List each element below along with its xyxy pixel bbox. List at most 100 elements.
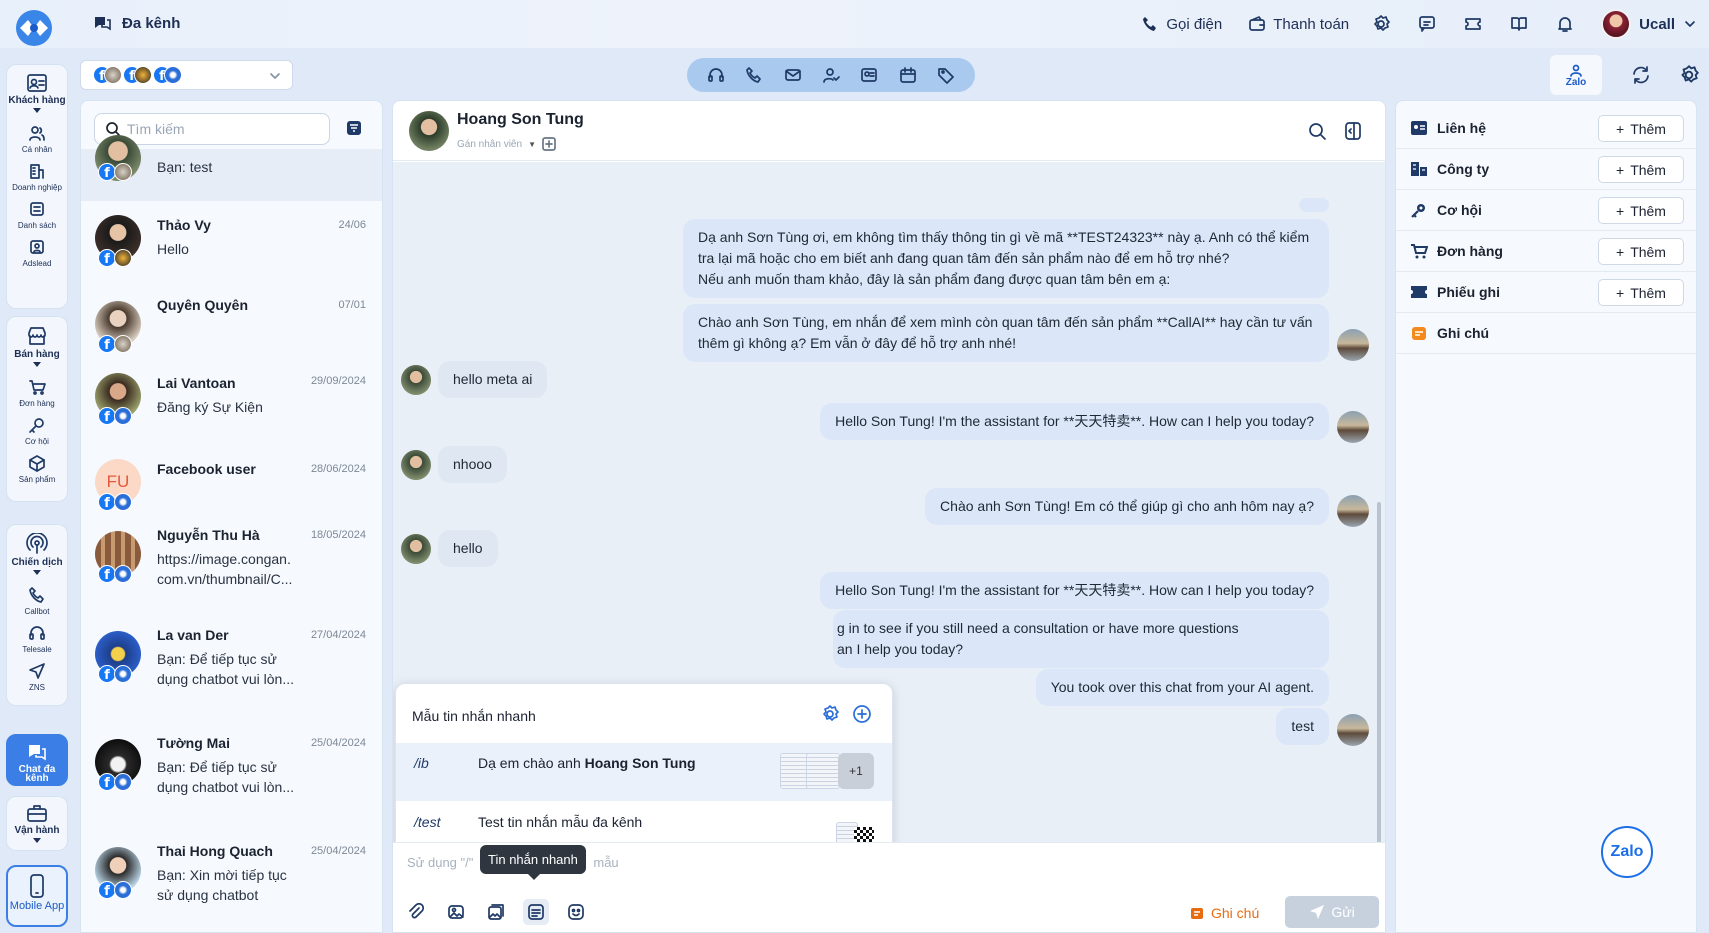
tag-icon [937,68,954,84]
zalo-tab[interactable]: Zalo [1550,55,1602,95]
rail-opportunity[interactable]: Cơ hội [7,412,67,450]
channel-account-selector[interactable]: f f f [80,60,293,90]
box-icon [29,455,45,472]
ticket-section: Phiếu ghi + Thêm [1396,272,1696,313]
template-row[interactable]: /test Test tin nhắn mẫu đa kênh [396,802,892,842]
image-button[interactable] [443,899,469,925]
rail-campaign[interactable]: Chiến dịch [7,525,67,582]
conversation-date: 28/06/2024 [310,463,366,475]
settings-button[interactable] [1367,10,1395,38]
conversation-preview: Hello [157,241,189,257]
template-text-prefix: Dạ em chào anh [478,755,585,771]
rail-products-label: Sản phẩm [18,475,56,484]
conversation-item[interactable]: FU f Facebook user 28/06/2024 [81,445,382,517]
chevron-down-icon [270,73,280,79]
toggle-panel-button[interactable] [1343,121,1363,141]
rail-customers-label: Khách hàng [8,95,66,106]
app-logo[interactable] [10,8,62,54]
add-contact-button[interactable]: + Thêm [1598,115,1684,142]
message-thread: Dạ anh Sơn Tùng ơi, em không tìm thấy th… [393,162,1385,842]
calendar-filter[interactable] [899,66,917,84]
note-section: Ghi chú [1396,313,1696,354]
panel-settings-button[interactable] [1678,64,1700,86]
conversation-item[interactable]: f Bạn: test [81,135,382,201]
conversation-item[interactable]: f Lai Vantoan 29/09/2024 Đăng ký Sự Kiện [81,359,382,445]
user-filter[interactable] [822,66,840,84]
rail-callbot[interactable]: Callbot [7,582,67,620]
key-icon [1411,204,1425,218]
tag-filter[interactable] [937,66,955,84]
search-input[interactable]: Tìm kiếm [127,121,185,137]
rail-zns[interactable]: ZNS [7,658,67,696]
payment-button[interactable]: Thanh toán [1248,10,1349,38]
guide-button[interactable] [1505,10,1533,38]
building-icon [1411,162,1427,176]
scrollbar[interactable] [1377,502,1381,842]
call-filter[interactable] [745,66,763,84]
message-text: g in to see if you still need a consulta… [837,620,1239,636]
email-filter[interactable] [784,66,802,84]
rail-operations[interactable]: Vận hành [6,796,68,851]
emoji-button[interactable] [563,899,589,925]
conversation-name: Facebook user [157,461,256,477]
rail-sales[interactable]: Bán hàng [7,317,67,374]
contact-section-label: Liên hệ [1437,120,1487,136]
opportunity-section-label: Cơ hội [1437,202,1482,218]
template-row[interactable]: /ib Dạ em chào anh Hoang Son Tung +1 [396,743,892,801]
agent-avatar [1337,714,1369,746]
mail-icon [784,69,801,81]
attach-button[interactable] [403,899,429,925]
add-label: Thêm [1630,202,1666,219]
add-template-button[interactable] [852,704,872,724]
rail-list[interactable]: Danh sách [7,196,67,234]
search-messages-button[interactable] [1307,121,1327,141]
call-button[interactable]: Gọi điện [1141,10,1222,38]
rail-orders[interactable]: Đơn hàng [7,374,67,412]
notifications-button[interactable] [1551,10,1579,38]
assign-staff[interactable]: Gán nhân viên ▼ [457,137,556,151]
send-button[interactable]: Gửi [1285,896,1379,928]
plus-icon: + [1616,243,1625,260]
conversation-item[interactable]: f Thảo Vy 24/06 Hello [81,201,382,287]
messages-button[interactable] [1413,10,1441,38]
rail-telesale[interactable]: Telesale [7,620,67,658]
rail-adslead[interactable]: Adslead [7,234,67,272]
contact-filter[interactable] [860,66,878,84]
add-order-button[interactable]: + Thêm [1598,238,1684,265]
channel-badge: f [98,493,138,511]
user-menu[interactable]: Ucall [1601,9,1697,39]
add-opportunity-button[interactable]: + Thêm [1598,197,1684,224]
rail-personal[interactable]: Cá nhân [7,120,67,158]
conversation-name: Thảo Vy [157,217,211,233]
conversation-item[interactable]: f Thai Hong Quach 25/04/2024 Bạn: Xin mờ… [81,833,382,933]
rail-products[interactable]: Sản phẩm [7,450,67,488]
left-rail: Khách hàng Cá nhân Doanh nghiệp Danh sác… [4,60,68,933]
rail-mobile-item: Mobile App [8,867,66,915]
zalo-tab-label: Zalo [1565,76,1587,88]
tickets-button[interactable] [1459,10,1487,38]
zalo-chat-fab[interactable]: Zalo [1601,826,1653,878]
template-settings-button[interactable] [820,704,840,724]
rail-mobile-app[interactable]: Mobile App [6,865,68,927]
message-bubble-outgoing: g in to see if you still need a consulta… [833,610,1329,668]
conversation-item[interactable]: f Quyên Quyên 07/01 [81,287,382,359]
add-company-button[interactable]: + Thêm [1598,156,1684,183]
conversation-item[interactable]: f La van Der 27/04/2024 Bạn: Để tiếp tục… [81,617,382,717]
quick-message-button[interactable] [523,899,549,925]
rail-customers[interactable]: Khách hàng [7,65,67,120]
contact-avatar[interactable] [409,111,449,151]
rail-business[interactable]: Doanh nghiệp [7,158,67,196]
conversation-name: Lai Vantoan [157,375,236,391]
add-ticket-button[interactable]: + Thêm [1598,279,1684,306]
contact-avatar [401,534,431,564]
refresh-button[interactable] [1630,64,1652,86]
message-input-placeholder: Sử dụng "/" [407,855,474,870]
note-button[interactable]: Ghi chú [1189,905,1259,921]
rail-chat[interactable]: Chat đa kênh [6,734,68,786]
gallery-button[interactable] [483,899,509,925]
filter-button[interactable] [346,120,362,136]
contact-name[interactable]: Hoang Son Tung [457,111,584,129]
conversation-item[interactable]: f Tường Mai 25/04/2024 Bạn: Để tiếp tục … [81,725,382,825]
conversation-item[interactable]: f Nguyễn Thu Hà 18/05/2024 https://image… [81,517,382,617]
all-channels-filter[interactable] [707,66,725,84]
